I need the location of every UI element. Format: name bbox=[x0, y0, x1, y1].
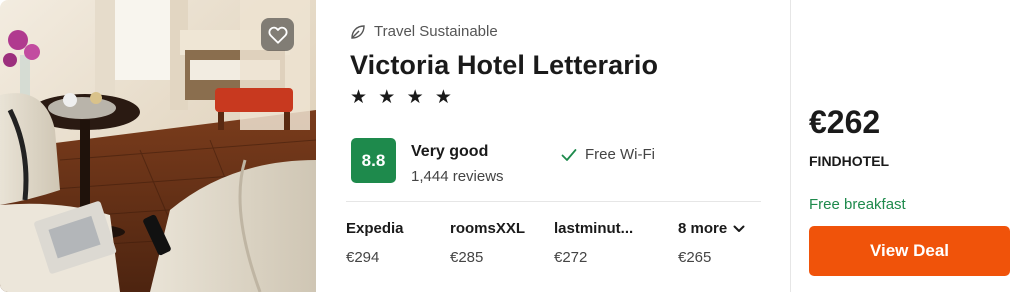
provider-price: €294 bbox=[346, 249, 380, 266]
checkmark-icon bbox=[561, 148, 577, 161]
hotel-photo[interactable] bbox=[0, 0, 316, 292]
hotel-result-card: Travel Sustainable Victoria Hotel Letter… bbox=[0, 0, 1024, 292]
favorite-button[interactable] bbox=[261, 18, 294, 51]
view-deal-button[interactable]: View Deal bbox=[809, 226, 1010, 276]
chevron-down-icon bbox=[733, 225, 745, 232]
provider-name: roomsXXL bbox=[450, 220, 526, 237]
more-providers-text: 8 more bbox=[678, 220, 728, 237]
leaf-icon bbox=[351, 24, 365, 39]
rating-label: Very good bbox=[411, 143, 489, 160]
provider-roomsxxl[interactable]: roomsXXL €285 bbox=[450, 220, 540, 266]
hotel-name[interactable]: Victoria Hotel Letterario bbox=[350, 50, 658, 81]
travel-sustainable-label: Travel Sustainable bbox=[374, 23, 498, 40]
heart-outline-icon bbox=[267, 26, 288, 44]
deal-provider: FINDHOTEL bbox=[809, 153, 890, 169]
provider-lastminute[interactable]: lastminut... €272 bbox=[554, 220, 649, 266]
travel-sustainable-badge: Travel Sustainable bbox=[350, 23, 498, 40]
deal-panel: €262 FINDHOTEL Free breakfast View Deal bbox=[791, 0, 1024, 292]
amenity-free-wifi: Free Wi-Fi bbox=[561, 146, 655, 163]
review-count[interactable]: 1,444 reviews bbox=[411, 168, 504, 185]
star-rating: ★ ★ ★ ★ bbox=[350, 87, 455, 108]
rating-score-badge: 8.8 bbox=[351, 138, 396, 183]
deal-price: €262 bbox=[809, 104, 881, 140]
provider-price: €272 bbox=[554, 249, 588, 266]
provider-name: Expedia bbox=[346, 220, 404, 237]
deal-perk: Free breakfast bbox=[809, 196, 906, 213]
hotel-info: Travel Sustainable Victoria Hotel Letter… bbox=[316, 0, 790, 292]
amenity-label: Free Wi-Fi bbox=[585, 146, 655, 163]
more-providers-label: 8 more bbox=[678, 220, 768, 237]
provider-expedia[interactable]: Expedia €294 bbox=[346, 220, 436, 266]
more-providers-button[interactable]: 8 more €265 bbox=[678, 220, 768, 266]
provider-price: €285 bbox=[450, 249, 484, 266]
section-divider bbox=[346, 201, 761, 202]
provider-price: €265 bbox=[678, 249, 712, 266]
provider-name: lastminut... bbox=[554, 220, 634, 237]
